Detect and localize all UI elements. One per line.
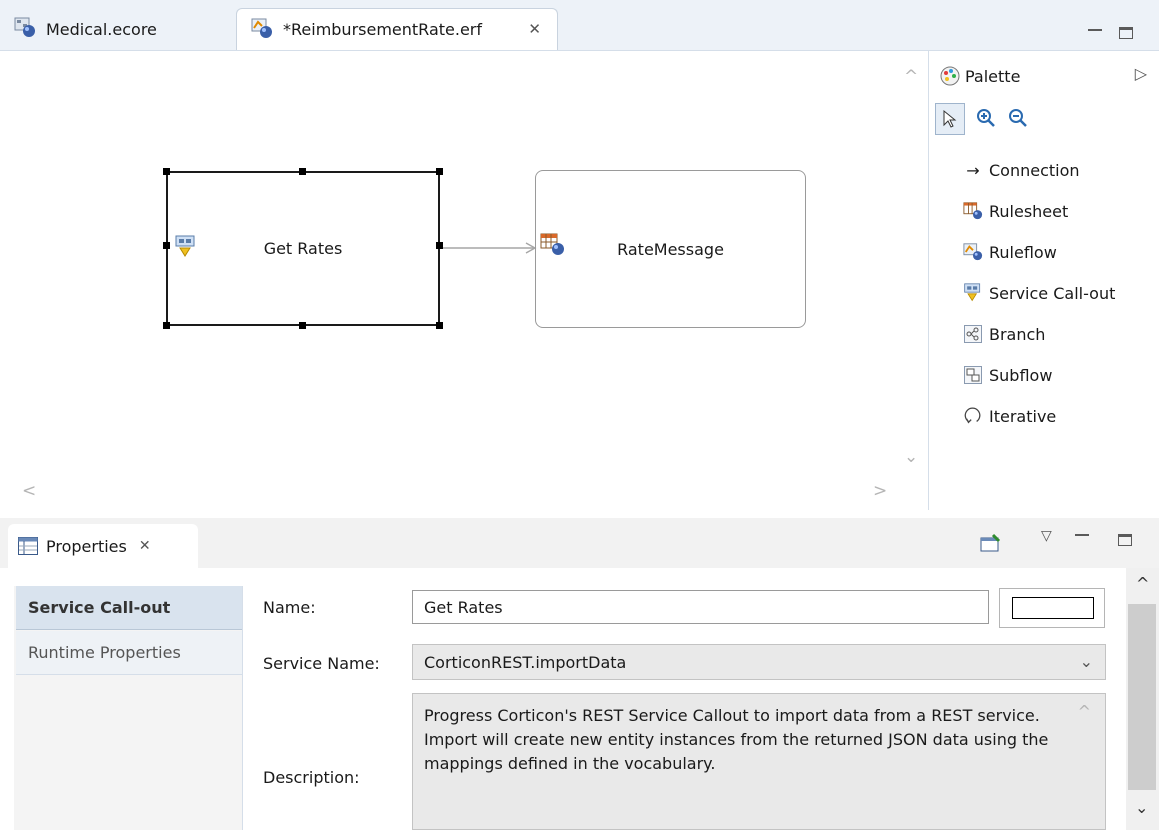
palette-item-ruleflow[interactable]: Ruleflow	[963, 237, 1057, 267]
tab-medical-ecore[interactable]: Medical.ecore	[0, 8, 222, 50]
palette-item-connection[interactable]: → Connection	[963, 155, 1080, 185]
color-swatch	[1012, 597, 1094, 619]
palette-icon	[939, 65, 961, 87]
iterative-icon	[963, 406, 983, 426]
properties-tab-bar: Properties ✕ ▽	[0, 518, 1159, 568]
scroll-up-icon[interactable]: ^	[1078, 700, 1091, 724]
description-textarea[interactable]: Progress Corticon's REST Service Callout…	[412, 693, 1106, 830]
side-tab-service-callout[interactable]: Service Call-out	[16, 586, 242, 630]
selection-handle[interactable]	[436, 322, 443, 329]
ruleflow-canvas[interactable]: Get Rates RateMessage ^ ⌄ < >	[0, 51, 929, 510]
zoom-in-icon[interactable]	[975, 107, 997, 133]
collapse-palette-icon[interactable]: ▷	[1135, 64, 1147, 83]
selection-handle[interactable]	[436, 168, 443, 175]
selection-handle[interactable]	[299, 168, 306, 175]
node-get-rates[interactable]: Get Rates	[166, 171, 440, 326]
ruleflow-icon	[251, 17, 275, 43]
close-icon[interactable]: ✕	[528, 20, 541, 38]
palette-item-label: Subflow	[989, 365, 1053, 385]
rulesheet-icon	[540, 233, 566, 261]
scrollbar-thumb[interactable]	[1128, 604, 1156, 790]
maximize-icon[interactable]	[1119, 27, 1133, 39]
selection-handle[interactable]	[163, 322, 170, 329]
description-value: Progress Corticon's REST Service Callout…	[424, 706, 1049, 773]
branch-icon	[963, 324, 983, 344]
palette-item-iterative[interactable]: Iterative	[963, 401, 1056, 431]
arrow-icon: →	[966, 160, 980, 180]
chevron-down-icon: ⌄	[1079, 652, 1093, 671]
node-rate-message[interactable]: RateMessage	[535, 170, 806, 328]
scroll-down-icon[interactable]: ⌄	[1135, 798, 1148, 817]
scroll-down-icon[interactable]: ⌄	[904, 447, 918, 467]
palette-item-label: Rulesheet	[989, 201, 1069, 221]
minimize-icon[interactable]	[1075, 534, 1089, 538]
palette-item-label: Branch	[989, 324, 1046, 344]
connection-arrow[interactable]	[440, 241, 540, 261]
service-callout-icon	[963, 283, 983, 303]
side-tab-runtime-properties[interactable]: Runtime Properties	[16, 631, 242, 675]
properties-scrollbar[interactable]: ^ ⌄	[1126, 568, 1159, 830]
tab-label: *ReimbursementRate.erf	[283, 20, 482, 39]
palette-toolbar	[935, 103, 1159, 137]
palette-title: Palette	[965, 66, 1021, 86]
service-name-select[interactable]: CorticonREST.importData ⌄	[412, 644, 1106, 680]
palette-header: Palette ▷	[929, 51, 1159, 101]
name-value: Get Rates	[424, 597, 503, 617]
scroll-up-icon[interactable]: ^	[1136, 574, 1149, 593]
view-menu-icon[interactable]: ▽	[1041, 528, 1052, 544]
palette-item-subflow[interactable]: Subflow	[963, 360, 1052, 390]
zoom-out-icon[interactable]	[1007, 107, 1029, 133]
ecore-model-icon	[14, 16, 38, 42]
select-tool-icon[interactable]	[935, 103, 965, 135]
tab-properties[interactable]: Properties ✕	[8, 524, 198, 568]
scroll-up-icon[interactable]: ^	[904, 67, 918, 87]
tab-label: Medical.ecore	[46, 19, 157, 39]
minimize-icon[interactable]	[1088, 29, 1102, 33]
palette-item-service-callout[interactable]: Service Call-out	[963, 278, 1115, 308]
scroll-right-icon[interactable]: >	[873, 481, 887, 501]
service-callout-icon	[174, 235, 198, 263]
properties-side-tabs: Service Call-out Runtime Properties	[14, 586, 243, 830]
palette-item-rulesheet[interactable]: Rulesheet	[963, 196, 1068, 226]
maximize-icon[interactable]	[1118, 534, 1132, 546]
service-name-value: CorticonREST.importData	[424, 652, 627, 672]
palette-item-label: Service Call-out	[989, 283, 1116, 303]
service-name-label: Service Name:	[263, 654, 380, 673]
subflow-icon	[963, 365, 983, 385]
description-label: Description:	[263, 768, 360, 787]
properties-icon	[18, 537, 38, 555]
editor-tab-bar: Medical.ecore *ReimbursementRate.erf ✕	[0, 0, 1159, 51]
node-label: RateMessage	[617, 239, 724, 259]
close-icon[interactable]: ✕	[139, 538, 151, 554]
color-button[interactable]	[999, 588, 1105, 628]
palette-item-label: Ruleflow	[989, 242, 1057, 262]
tab-label: Properties	[46, 536, 127, 556]
palette-item-label: Connection	[989, 160, 1080, 180]
name-label: Name:	[263, 598, 316, 617]
tab-reimbursement-rate[interactable]: *ReimbursementRate.erf ✕	[236, 8, 558, 50]
palette-panel: Palette ▷ → Connection Rulesheet Ruleflo…	[929, 51, 1159, 510]
rulesheet-icon	[963, 201, 983, 221]
name-field[interactable]: Get Rates	[412, 590, 989, 624]
scroll-left-icon[interactable]: <	[22, 481, 36, 501]
pin-editor-icon[interactable]	[980, 533, 1002, 557]
selection-handle[interactable]	[163, 168, 170, 175]
palette-item-branch[interactable]: Branch	[963, 319, 1045, 349]
selection-handle[interactable]	[299, 322, 306, 329]
selection-handle[interactable]	[436, 242, 443, 249]
palette-item-label: Iterative	[989, 406, 1057, 426]
properties-panel: Service Call-out Runtime Properties Name…	[0, 568, 1159, 830]
node-label: Get Rates	[263, 239, 343, 258]
ruleflow-icon	[963, 242, 983, 262]
selection-handle[interactable]	[163, 242, 170, 249]
